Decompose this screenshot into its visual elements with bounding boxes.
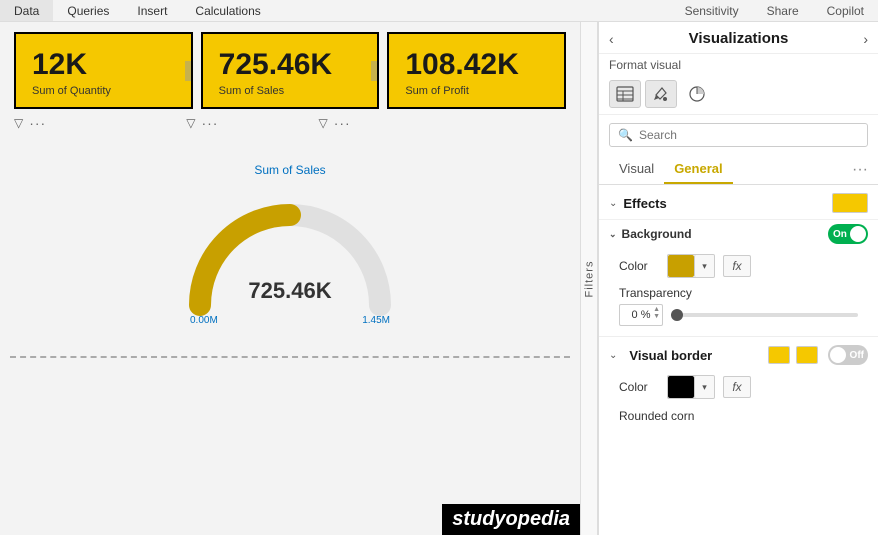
- effects-section-header[interactable]: ⌄ Effects: [599, 185, 878, 219]
- color-row-vb: Color ▾ fx: [599, 371, 878, 403]
- format-icon-paint[interactable]: [645, 80, 677, 108]
- effects-title: Effects: [623, 196, 824, 211]
- format-icon-chart[interactable]: [681, 80, 713, 108]
- tabs-more[interactable]: ···: [852, 161, 868, 179]
- menu-share[interactable]: Share: [753, 2, 813, 20]
- kpi-label-quantity: Sum of Quantity: [32, 85, 175, 97]
- resize-handle-sales[interactable]: [371, 61, 377, 81]
- toggle-knob: [850, 226, 866, 242]
- panel-title: Visualizations: [689, 30, 789, 47]
- vb-toggle[interactable]: Off: [828, 345, 868, 365]
- visual-border-section: ⌄ Visual border Off: [599, 336, 878, 371]
- rounded-corners-label: Rounded corn: [619, 409, 694, 423]
- menu-copilot[interactable]: Copilot: [813, 2, 878, 20]
- filters-strip[interactable]: Filters: [580, 22, 598, 535]
- vb-title: Visual border: [629, 348, 762, 363]
- kpi-value-quantity: 12K: [32, 48, 175, 81]
- gauge-svg: 725.46K: [180, 185, 400, 325]
- vb-color-swatch1[interactable]: [768, 346, 790, 364]
- gauge-labels: 0.00M 1.45M: [190, 315, 390, 326]
- panel-expand-right[interactable]: ›: [863, 31, 868, 47]
- tab-general[interactable]: General: [664, 155, 732, 184]
- color-dropdown-bg[interactable]: ▾: [694, 255, 714, 277]
- background-toggle[interactable]: On: [828, 224, 868, 244]
- gauge-title: Sum of Sales: [254, 163, 325, 177]
- kpi-card-profit[interactable]: 108.42K Sum of Profit: [387, 32, 566, 109]
- filter-icon-3: ▽: [318, 116, 327, 130]
- background-section: ⌄ Background On Color ▾ fx: [599, 219, 878, 336]
- gauge-min: 0.00M: [190, 315, 218, 326]
- vb-chevron: ⌄: [609, 350, 617, 361]
- watermark: studyopedia: [442, 504, 580, 535]
- kpi-value-profit: 108.42K: [405, 48, 548, 81]
- vb-color-swatch2[interactable]: [796, 346, 818, 364]
- panel-header: ‹ Visualizations ›: [599, 22, 878, 54]
- background-label: Background: [622, 227, 692, 241]
- search-input[interactable]: [639, 128, 859, 142]
- svg-text:725.46K: 725.46K: [248, 278, 331, 303]
- arrow-down[interactable]: ▼: [653, 313, 660, 320]
- gauge-area: Sum of Sales 725.46K 0.00M 1.45M: [0, 163, 580, 326]
- background-header: ⌄ Background On: [609, 224, 868, 244]
- color-row-bg: Color ▾ fx: [609, 250, 868, 282]
- color-swatch-vb[interactable]: [668, 376, 694, 398]
- fx-button-vb[interactable]: fx: [723, 376, 751, 398]
- color-label-vb: Color: [619, 380, 659, 394]
- menu-insert[interactable]: Insert: [123, 0, 181, 21]
- search-icon: 🔍: [618, 128, 633, 142]
- percent-value: 0 %: [632, 309, 651, 321]
- background-title[interactable]: ⌄ Background: [609, 227, 692, 241]
- background-chevron: ⌄: [609, 229, 617, 240]
- filter-dots-3[interactable]: ···: [334, 115, 351, 131]
- top-bar: Data Queries Insert Calculations Sensiti…: [0, 0, 878, 22]
- arrow-up[interactable]: ▲: [653, 306, 660, 313]
- percent-input[interactable]: 0 % ▲ ▼: [619, 304, 663, 326]
- panel-collapse-left[interactable]: ‹: [609, 31, 614, 47]
- transparency-control: 0 % ▲ ▼: [619, 304, 858, 326]
- color-swatch-bg[interactable]: [668, 255, 694, 277]
- vb-toggle-knob: [830, 347, 846, 363]
- canvas-area: 12K Sum of Quantity 725.46K Sum of Sales…: [0, 22, 580, 535]
- gauge-max: 1.45M: [362, 315, 390, 326]
- kpi-card-sales[interactable]: 725.46K Sum of Sales: [201, 32, 380, 109]
- kpi-card-quantity[interactable]: 12K Sum of Quantity: [14, 32, 193, 109]
- kpi-label-profit: Sum of Profit: [405, 85, 548, 97]
- percent-arrows[interactable]: ▲ ▼: [653, 306, 660, 320]
- menu-sensitivity[interactable]: Sensitivity: [671, 2, 753, 20]
- transparency-row: Transparency 0 % ▲ ▼: [609, 282, 868, 330]
- search-box[interactable]: 🔍: [609, 123, 868, 147]
- filters-label: Filters: [583, 260, 595, 297]
- menu-data[interactable]: Data: [0, 0, 53, 21]
- format-icons-row: [599, 74, 878, 115]
- toggle-off-label: Off: [850, 350, 864, 361]
- transparency-slider[interactable]: [671, 313, 858, 317]
- color-label: Color: [619, 259, 659, 273]
- filter-icon-1: ▽: [14, 116, 23, 130]
- kpi-value-sales: 725.46K: [219, 48, 362, 81]
- kpi-row: 12K Sum of Quantity 725.46K Sum of Sales…: [0, 22, 580, 109]
- dotted-separator: [10, 356, 570, 358]
- resize-handle-quantity[interactable]: [185, 61, 191, 81]
- menu-queries[interactable]: Queries: [53, 0, 123, 21]
- filter-dots-2[interactable]: ···: [201, 115, 218, 131]
- effects-chevron: ⌄: [609, 198, 617, 209]
- toggle-on-label: On: [833, 229, 847, 240]
- kpi-label-sales: Sum of Sales: [219, 85, 362, 97]
- right-panel: ‹ Visualizations › Format visual: [598, 22, 878, 535]
- effects-color-swatch[interactable]: [832, 193, 868, 213]
- filter-dots-1[interactable]: ···: [29, 115, 46, 131]
- color-dropdown-vb[interactable]: ▾: [694, 376, 714, 398]
- panel-content: ⌄ Effects ⌄ Background On: [599, 185, 878, 535]
- slider-thumb[interactable]: [671, 309, 683, 321]
- tab-visual[interactable]: Visual: [609, 155, 664, 184]
- menu-calculations[interactable]: Calculations: [181, 0, 274, 21]
- format-visual-label: Format visual: [599, 54, 878, 74]
- transparency-label: Transparency: [619, 286, 858, 300]
- tabs-row: Visual General ···: [599, 155, 878, 185]
- fx-button-color[interactable]: fx: [723, 255, 751, 277]
- format-icon-table[interactable]: [609, 80, 641, 108]
- main-layout: 12K Sum of Quantity 725.46K Sum of Sales…: [0, 22, 878, 535]
- filter-icon-2: ▽: [186, 116, 195, 130]
